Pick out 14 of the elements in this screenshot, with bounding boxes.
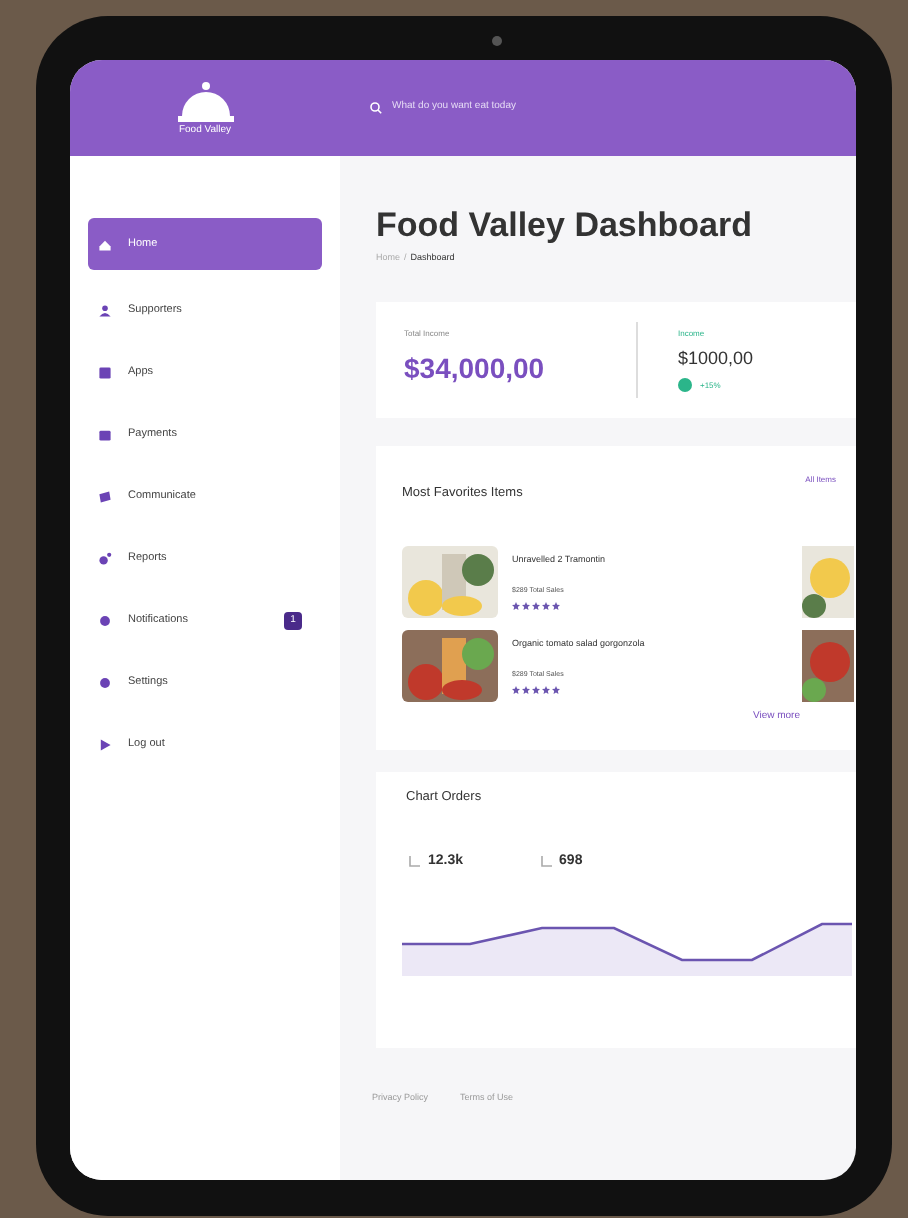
search-icon — [370, 102, 382, 114]
page-title: Food Valley Dashboard — [376, 208, 754, 242]
total-income: $34,000,00 — [404, 350, 547, 389]
income-amount: $1000,00 — [678, 345, 754, 371]
user-icon — [98, 304, 112, 318]
chart-icon — [539, 855, 552, 868]
chart-icon — [408, 855, 420, 868]
home-icon — [98, 237, 112, 251]
cloche-icon — [175, 80, 235, 124]
app-icon — [98, 366, 112, 380]
camera-icon — [492, 36, 502, 46]
logout-icon — [98, 738, 112, 752]
report-icon — [98, 552, 112, 566]
wallet-icon — [98, 428, 112, 442]
